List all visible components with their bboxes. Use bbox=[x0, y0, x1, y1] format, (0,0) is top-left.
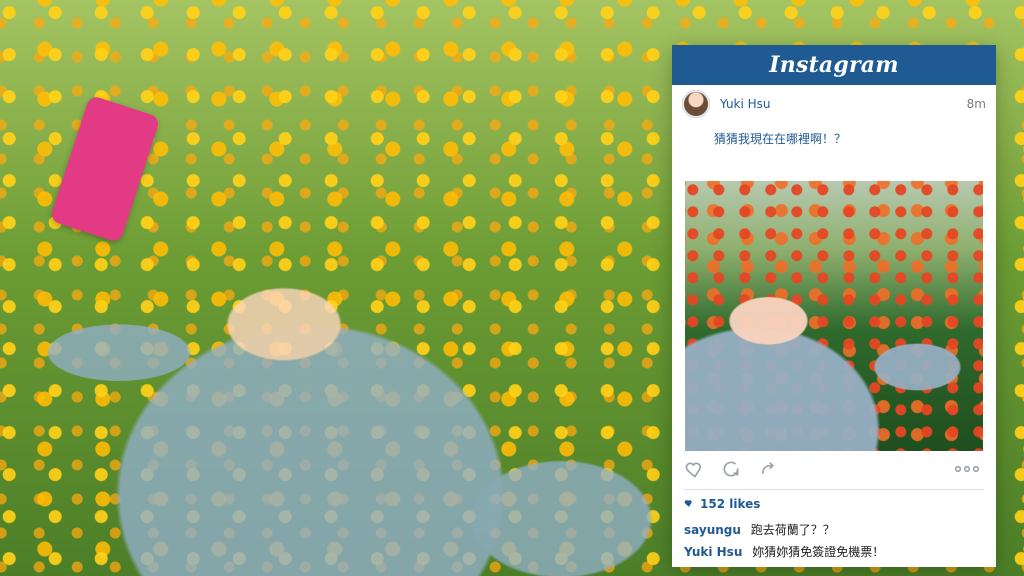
comment-item: sayungu 跑去荷蘭了？？ bbox=[684, 519, 984, 541]
instagram-logo: Instagram bbox=[769, 52, 899, 78]
post-actions bbox=[684, 457, 984, 481]
avatar[interactable] bbox=[682, 90, 710, 118]
comment-item: Yuki Hsu 妳猜妳猜免簽證免機票！ bbox=[684, 541, 984, 563]
post-caption: 猜猜我現在在哪裡啊！？ bbox=[714, 131, 847, 146]
post-time: 8m bbox=[966, 97, 986, 111]
comment-text: 妳猜妳猜免簽證免機票！ bbox=[752, 545, 885, 559]
share-icon[interactable] bbox=[756, 458, 778, 480]
post-meta: Yuki Hsu 8m bbox=[672, 85, 996, 123]
post-photo[interactable] bbox=[685, 181, 983, 451]
heart-icon[interactable] bbox=[684, 458, 706, 480]
post-username[interactable]: Yuki Hsu bbox=[720, 97, 771, 111]
heart-icon bbox=[684, 497, 694, 511]
comment-icon[interactable] bbox=[720, 458, 742, 480]
comment-username[interactable]: sayungu bbox=[684, 523, 741, 537]
comment-username[interactable]: Yuki Hsu bbox=[684, 545, 742, 559]
comment-text: 跑去荷蘭了？？ bbox=[750, 523, 835, 537]
post-photo-person bbox=[685, 241, 983, 451]
divider bbox=[684, 489, 984, 490]
likes-count[interactable]: 152 likes bbox=[700, 497, 760, 511]
more-icon[interactable] bbox=[950, 458, 984, 480]
instagram-post-card: Instagram Yuki Hsu 8m 猜猜我現在在哪裡啊！？ 152 li… bbox=[672, 45, 996, 567]
likes-row: 152 likes bbox=[684, 497, 760, 511]
instagram-header: Instagram bbox=[672, 45, 996, 85]
comments: sayungu 跑去荷蘭了？？ Yuki Hsu 妳猜妳猜免簽證免機票！ bbox=[684, 519, 984, 563]
